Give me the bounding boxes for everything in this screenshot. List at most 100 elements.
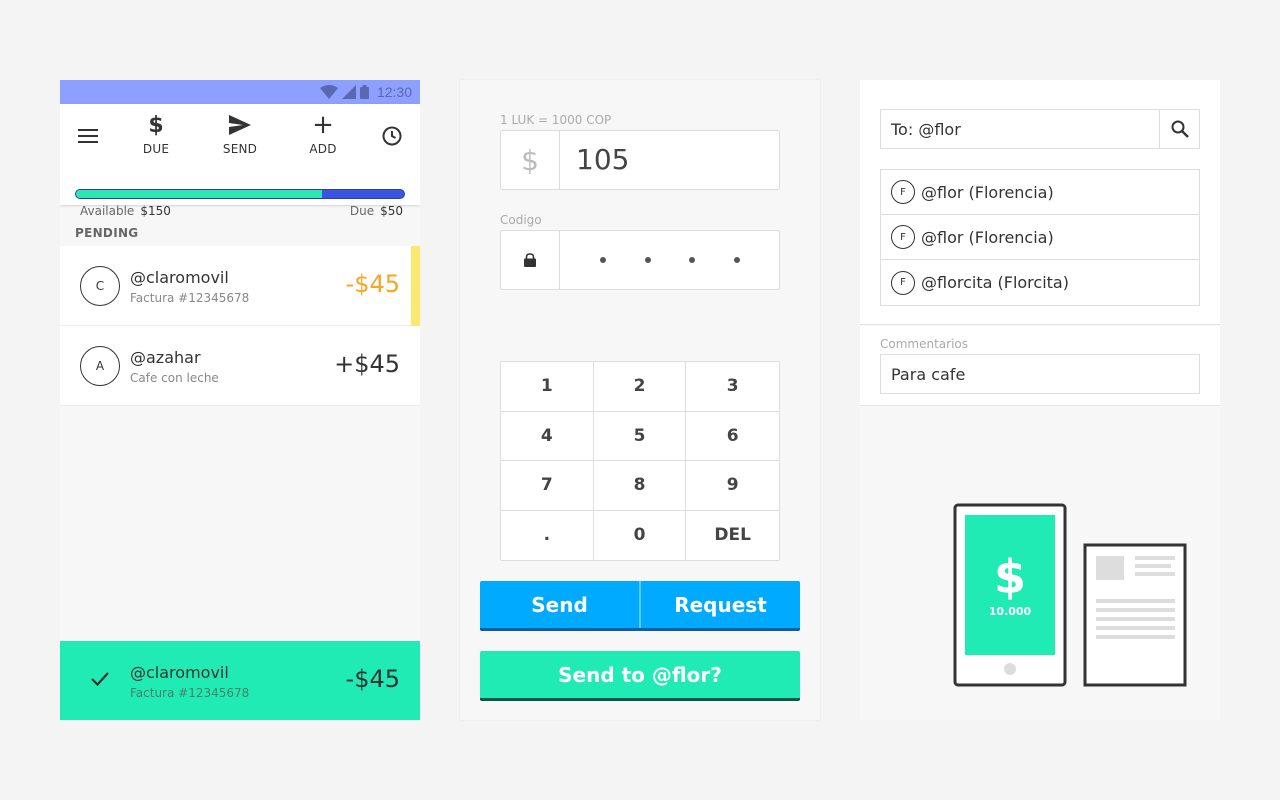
due-value: $50: [380, 204, 403, 218]
available-label: Available: [80, 204, 135, 218]
key-0[interactable]: 0: [594, 510, 687, 560]
key-8[interactable]: 8: [593, 461, 687, 511]
suggestion-list: F @flor (Florencia) F @flor (Florencia) …: [880, 169, 1200, 306]
amount-field[interactable]: $ 105: [500, 130, 780, 190]
add-label: ADD: [309, 142, 337, 156]
key-2[interactable]: 2: [593, 362, 687, 412]
recipient-input-value: To: @flor: [891, 119, 961, 139]
due-label: DUE: [142, 142, 170, 156]
key-6[interactable]: 6: [686, 412, 779, 461]
signal-icon: [341, 85, 356, 99]
send-mode-button[interactable]: Send: [480, 581, 639, 628]
available-fill: [76, 190, 322, 198]
transaction-row[interactable]: A @azahar Cafe con leche +$45: [60, 326, 420, 406]
payment-illustration: $ 10.000: [953, 503, 1187, 687]
key-9[interactable]: 9: [686, 461, 779, 511]
avatar: C: [80, 266, 120, 306]
send-request-toggle: Send Request: [480, 581, 800, 631]
recipient-section: To: @flor F @flor (Florencia) F @flor (F…: [860, 80, 1220, 325]
currency-symbol: $: [501, 131, 560, 189]
suggestion-name: @florcita (Florcita): [921, 273, 1069, 292]
receipt-image: [1096, 556, 1124, 580]
suggestion-item[interactable]: F @florcita (Florcita): [881, 260, 1199, 305]
search-button[interactable]: [1159, 110, 1199, 148]
code-label: Codigo: [500, 213, 542, 227]
pending-section-label: PENDING: [75, 226, 139, 240]
code-dot: [600, 257, 607, 263]
transaction-handle: @azahar: [130, 348, 201, 367]
wifi-icon: [319, 85, 338, 99]
toast-description: Factura #12345678: [130, 686, 250, 700]
history-button[interactable]: [380, 124, 404, 148]
key-decimal[interactable]: .: [501, 510, 594, 560]
send-amount-screen: 1 LUK = 1000 COP $ 105 Codigo 1 2 3 4 5 …: [460, 80, 820, 720]
balance-header: $ DUE SEND + ADD Available $150 Due $50: [60, 104, 420, 218]
confirmation-toast[interactable]: @claromovil Factura #12345678 -$45: [60, 641, 420, 720]
key-7[interactable]: 7: [501, 461, 594, 511]
key-5[interactable]: 5: [593, 411, 687, 461]
transaction-row[interactable]: C @claromovil Factura #12345678 -$45: [60, 246, 420, 326]
comment-input[interactable]: Para cafe: [880, 354, 1200, 394]
request-mode-button[interactable]: Request: [639, 581, 800, 628]
amount-value: 105: [576, 143, 630, 176]
lock-icon: [524, 253, 536, 267]
battery-icon: [359, 85, 369, 99]
dollar-icon: $: [148, 112, 164, 138]
comments-label: Commentarios: [880, 337, 969, 351]
clock-icon: [382, 126, 402, 146]
recipient-input[interactable]: To: @flor: [880, 109, 1200, 149]
toast-handle: @claromovil: [130, 663, 229, 682]
transaction-amount: -$45: [345, 270, 400, 298]
key-delete[interactable]: DEL: [686, 511, 779, 561]
avatar: F: [891, 270, 915, 295]
suggestion-item[interactable]: F @flor (Florencia): [881, 170, 1199, 215]
send-label: SEND: [222, 142, 258, 156]
avatar: F: [891, 225, 915, 249]
available-value: $150: [140, 204, 171, 218]
hamburger-icon: [78, 129, 98, 143]
key-3[interactable]: 3: [686, 362, 779, 412]
code-dots: [561, 231, 779, 289]
avatar: A: [80, 346, 120, 386]
due-label-text: Due: [349, 204, 375, 218]
status-bar: 12:30: [60, 80, 420, 104]
key-1[interactable]: 1: [501, 362, 594, 412]
avatar: F: [891, 180, 915, 204]
illustration-amount: 10.000: [989, 605, 1032, 618]
send-icon: [229, 115, 251, 135]
transaction-description: Cafe con leche: [130, 371, 219, 385]
phone-home-button: [1004, 663, 1016, 675]
status-time: 12:30: [376, 84, 412, 100]
search-icon: [1171, 120, 1189, 138]
pending-marker: [411, 246, 420, 326]
suggestion-item[interactable]: F @flor (Florencia): [881, 215, 1199, 260]
due-balance: Due $50: [350, 204, 403, 218]
keypad: 1 2 3 4 5 6 7 8 9 . 0 DEL: [500, 361, 780, 561]
suggestion-name: @flor (Florencia): [921, 227, 1054, 247]
toast-amount: -$45: [345, 665, 400, 693]
transaction-handle: @claromovil: [130, 268, 229, 287]
confirm-send-button[interactable]: Send to @flor?: [480, 651, 800, 701]
recipient-screen: To: @flor F @flor (Florencia) F @flor (F…: [860, 80, 1220, 720]
balance-screen: 12:30 $ DUE SEND + ADD Available $150 Due…: [60, 80, 420, 720]
transaction-description: Factura #12345678: [130, 291, 250, 305]
key-4[interactable]: 4: [501, 411, 594, 461]
check-icon: [91, 672, 109, 687]
available-balance: Available $150: [80, 204, 171, 218]
code-dot: [733, 257, 740, 263]
send-button[interactable]: SEND: [210, 112, 270, 156]
code-dot: [689, 257, 696, 263]
suggestion-name: @flor (Florencia): [921, 182, 1054, 202]
due-button[interactable]: $ DUE: [126, 112, 186, 157]
code-dot: [644, 257, 651, 263]
balance-progress-bar: [75, 189, 405, 199]
exchange-rate-label: 1 LUK = 1000 COP: [500, 113, 612, 127]
transaction-amount: +$45: [334, 350, 400, 378]
menu-button[interactable]: [76, 124, 100, 148]
lock-icon-box: [501, 231, 560, 289]
code-field[interactable]: [500, 230, 780, 290]
illustration-dollar-sign: $: [994, 550, 1026, 604]
add-button[interactable]: + ADD: [293, 110, 353, 156]
comments-section: Commentarios Para cafe: [860, 326, 1220, 406]
plus-icon: +: [312, 110, 334, 140]
